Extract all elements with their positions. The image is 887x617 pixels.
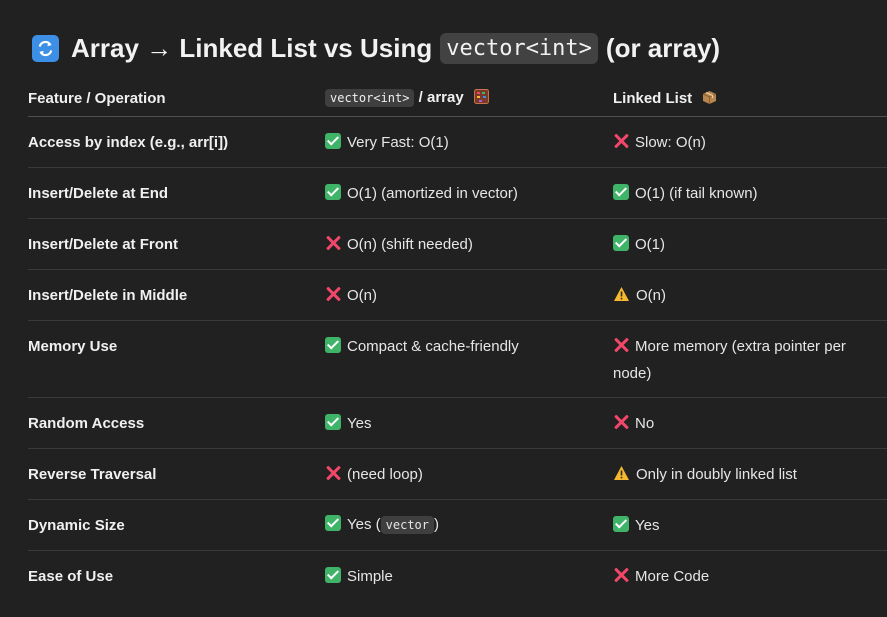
abacus-icon [473, 86, 489, 104]
feature-cell: Ease of Use [28, 567, 114, 585]
comparison-table: Feature / Operation vector<int> / array … [28, 80, 887, 601]
refresh-arrows-icon [32, 34, 59, 62]
check-icon [325, 337, 341, 353]
array-cell: (need loop) [325, 461, 613, 488]
array-text: O(n) (shift needed) [347, 235, 473, 253]
table-row: Reverse Traversal (need loop) Only in do… [28, 449, 887, 500]
warning-icon [614, 465, 629, 480]
check-icon [325, 515, 341, 531]
table-row: Insert/Delete at End O(1) (amortized in … [28, 168, 887, 219]
check-icon [325, 413, 341, 430]
array-text-post: ) [434, 516, 439, 533]
check-icon [613, 183, 629, 200]
title-code: vector<int> [440, 32, 598, 64]
cross-icon [613, 337, 629, 353]
feature-cell: Insert/Delete at End [28, 184, 169, 202]
feature-cell: Reverse Traversal [28, 465, 157, 483]
cross-icon [613, 133, 629, 149]
linked-text: Slow: O(n) [635, 133, 706, 151]
array-cell: Compact & cache-friendly [325, 333, 613, 360]
array-code: vector [380, 516, 434, 534]
header-array: vector<int> / array [325, 84, 613, 112]
linked-cell: Only in doubly linked list [613, 461, 887, 488]
linked-text: Only in doubly linked list [636, 465, 797, 483]
header-array-code: vector<int> [325, 89, 415, 107]
array-cell: O(1) (amortized in vector) [325, 180, 613, 207]
array-cell: Simple [325, 563, 613, 590]
array-text: (need loop) [347, 465, 423, 483]
array-text: Yes [347, 414, 372, 432]
linked-text: O(1) (if tail known) [635, 184, 758, 202]
feature-cell: Dynamic Size [28, 516, 125, 534]
page-title: Array → Linked List vs Using vector<int>… [32, 30, 720, 66]
feature-cell: Access by index (e.g., arr[i]) [28, 133, 229, 151]
feature-cell: Insert/Delete at Front [28, 235, 179, 253]
table-row: Memory Use Compact & cache-friendly More… [28, 321, 887, 398]
feature-cell: Random Access [28, 414, 145, 432]
cross-icon [613, 414, 629, 430]
feature-cell: Insert/Delete in Middle [28, 286, 188, 304]
linked-cell: O(n) [613, 282, 887, 309]
array-text: O(1) (amortized in vector) [347, 184, 518, 202]
linked-cell: O(1) (if tail known) [613, 180, 887, 207]
linked-cell: No [613, 410, 887, 437]
package-icon [702, 87, 717, 104]
table-row: Random Access Yes No [28, 398, 887, 449]
linked-text: More Code [635, 567, 710, 585]
check-icon [325, 566, 341, 583]
table-row: Insert/Delete in Middle O(n) O(n) [28, 270, 887, 321]
array-text: Simple [347, 567, 393, 585]
cross-icon [613, 567, 629, 583]
cross-icon [325, 286, 341, 302]
linked-text: O(1) [635, 235, 665, 253]
array-cell: O(n) (shift needed) [325, 231, 613, 258]
linked-cell: More memory (extra pointer per node) [613, 333, 887, 387]
linked-text: Yes [635, 516, 660, 534]
table-row: Dynamic Size Yes (vector) Yes [28, 500, 887, 551]
linked-cell: Slow: O(n) [613, 129, 887, 156]
header-feature: Feature / Operation [28, 89, 166, 107]
linked-text: O(n) [636, 286, 666, 304]
title-text-before: Array → Linked List vs Using [71, 32, 433, 63]
check-icon [613, 515, 629, 532]
check-icon [325, 132, 341, 149]
array-text: O(n) [347, 286, 377, 304]
linked-text: No [635, 414, 655, 432]
linked-cell: Yes [613, 512, 887, 539]
table-row: Access by index (e.g., arr[i]) Very Fast… [28, 117, 887, 168]
cross-icon [325, 235, 341, 251]
table-row: Ease of Use Simple More Code [28, 551, 887, 601]
array-cell: O(n) [325, 282, 613, 309]
header-array-suffix: / array [418, 89, 464, 106]
linked-cell: O(1) [613, 231, 887, 258]
array-text: Yes ( [347, 516, 381, 533]
array-cell: Yes [325, 410, 613, 437]
header-linked: Linked List [613, 85, 887, 112]
header-linked-label: Linked List [613, 89, 693, 107]
table-row: Insert/Delete at Front O(n) (shift neede… [28, 219, 887, 270]
array-cell: Very Fast: O(1) [325, 129, 613, 156]
check-icon [613, 234, 629, 251]
warning-icon [614, 286, 629, 301]
array-text: Very Fast: O(1) [347, 133, 449, 151]
check-icon [325, 183, 341, 200]
title-text-after: (or array) [605, 32, 721, 63]
table-header-row: Feature / Operation vector<int> / array … [28, 80, 887, 117]
feature-cell: Memory Use [28, 338, 118, 355]
cross-icon [325, 465, 341, 481]
linked-text: More memory (extra pointer per node) [613, 338, 846, 382]
linked-cell: More Code [613, 563, 887, 590]
array-text: Compact & cache-friendly [347, 338, 519, 355]
array-cell: Yes (vector) [325, 511, 613, 539]
